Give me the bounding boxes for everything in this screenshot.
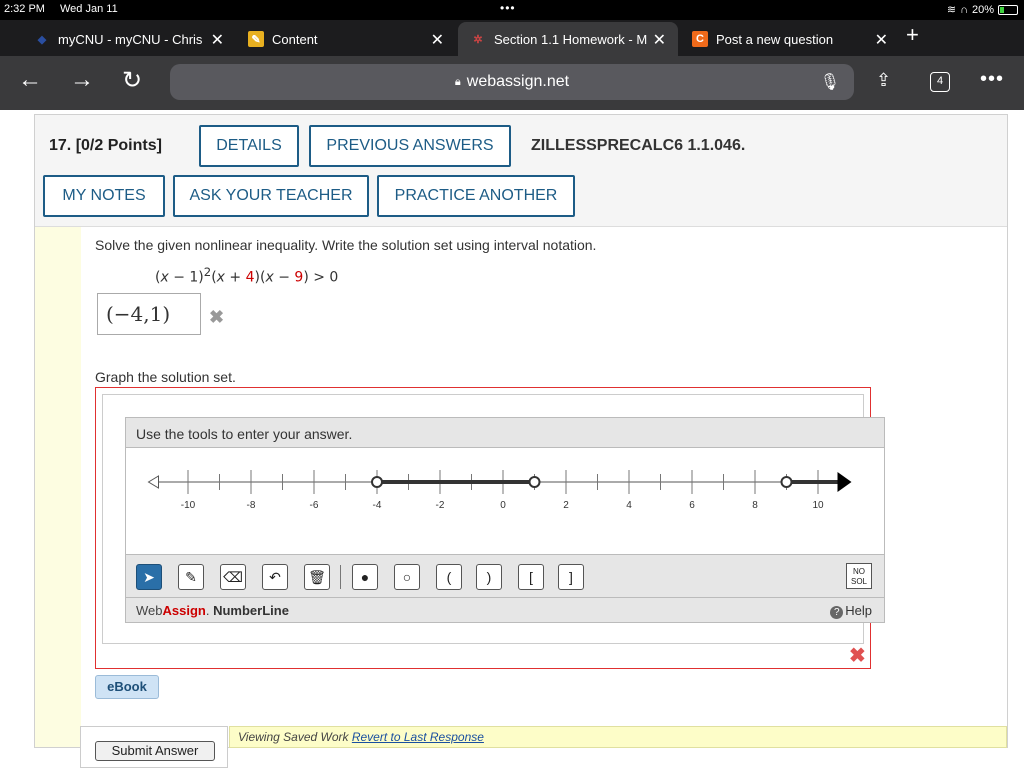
- tick-label: 6: [689, 500, 695, 511]
- saved-work-notice: Viewing Saved Work Revert to Last Respon…: [229, 726, 1007, 748]
- browser-tab-strip: ◆ myCNU - myCNU - Chris ✕ ✎ Content ✕ ✲ …: [0, 20, 1024, 56]
- left-paren-tool-icon[interactable]: (: [436, 564, 462, 590]
- question-panel: 17. [0/2 Points] DETAILS PREVIOUS ANSWER…: [34, 114, 1008, 748]
- open-endpoint: [371, 476, 383, 488]
- multitask-dots-icon[interactable]: •••: [500, 1, 516, 15]
- tab-title: Section 1.1 Homework - M: [494, 31, 648, 47]
- open-point-tool-icon[interactable]: ○: [394, 564, 420, 590]
- question-prompt: Solve the given nonlinear inequality. Wr…: [95, 237, 597, 253]
- wifi-icon: ≋: [946, 4, 957, 16]
- close-tab-icon[interactable]: ✕: [431, 30, 444, 50]
- browser-nav-bar: ← → ↻ 🔒︎ webassign.net 🎙︎ ⇪ 4 •••: [0, 56, 1024, 110]
- tick-label: -6: [310, 500, 319, 511]
- headphones-icon: ∩: [960, 3, 968, 16]
- battery-icon: [998, 4, 1018, 15]
- numberline-canvas[interactable]: -10 -8 -6 -4 -2 0 2 4 6 8 10: [126, 448, 884, 554]
- answer-field[interactable]: (−4,1): [97, 293, 201, 335]
- trash-tool-icon[interactable]: 🗑︎: [304, 564, 330, 590]
- tab-content[interactable]: ✎ Content ✕: [236, 22, 456, 56]
- question-code: ZILLESSPRECALC6 1.1.046.: [531, 137, 746, 154]
- previous-answers-button[interactable]: PREVIOUS ANSWERS: [309, 125, 511, 167]
- details-button[interactable]: DETAILS: [199, 125, 299, 167]
- tick-label: 2: [563, 500, 569, 511]
- numberline-instruction: Use the tools to enter your answer.: [126, 418, 884, 448]
- left-arrow-icon: [147, 475, 159, 489]
- tick-label: 0: [500, 500, 506, 511]
- tick-label: -8: [247, 500, 256, 511]
- undo-tool-icon[interactable]: ↶: [262, 564, 288, 590]
- webassign-numberline-logo: WebAssign. NumberLine: [136, 603, 289, 618]
- status-date: Wed Jan 11: [60, 3, 118, 15]
- new-tab-plus-icon[interactable]: +: [906, 22, 919, 48]
- tick-label: 4: [626, 500, 632, 511]
- chegg-favicon-icon: C: [692, 31, 708, 47]
- open-endpoint: [780, 476, 793, 488]
- battery-percent: 20%: [971, 3, 994, 16]
- closed-point-tool-icon[interactable]: ●: [352, 564, 378, 590]
- question-header: 17. [0/2 Points] DETAILS PREVIOUS ANSWER…: [35, 115, 1007, 227]
- tick-label: 10: [812, 500, 824, 511]
- pencil-tool-icon[interactable]: ✎: [178, 564, 204, 590]
- share-icon[interactable]: ⇪: [876, 70, 891, 91]
- tab-mycnu[interactable]: ◆ myCNU - myCNU - Chris ✕: [22, 22, 236, 56]
- ios-status-bar: 2:32 PM Wed Jan 11 ••• ≋ ∩ 20%: [0, 0, 1024, 20]
- help-icon: ?: [830, 606, 844, 619]
- back-arrow-icon[interactable]: ←: [18, 66, 42, 94]
- help-link[interactable]: ? Help: [830, 603, 872, 619]
- submit-answer-button[interactable]: Submit Answer: [95, 741, 215, 761]
- ask-your-teacher-button[interactable]: ASK YOUR TEACHER: [173, 175, 369, 217]
- forward-arrow-icon[interactable]: →: [70, 66, 94, 94]
- close-tab-icon[interactable]: ✕: [875, 30, 888, 50]
- graph-incorrect-mark-icon: ✖: [849, 645, 866, 667]
- reload-icon[interactable]: ↻: [122, 66, 142, 95]
- mycnu-favicon-icon: ◆: [37, 33, 47, 46]
- left-bracket-tool-icon[interactable]: [: [518, 564, 544, 590]
- my-notes-button[interactable]: MY NOTES: [43, 175, 165, 217]
- address-bar[interactable]: 🔒︎ webassign.net 🎙︎: [170, 64, 854, 100]
- microphone-icon[interactable]: 🎙︎: [820, 72, 840, 92]
- ray-arrow-icon: [837, 472, 852, 492]
- tab-section-homework[interactable]: ✲ Section 1.1 Homework - M ✕: [458, 22, 678, 56]
- numberline-footer: WebAssign. NumberLine ? Help: [126, 598, 884, 622]
- toolbar-divider: [340, 565, 341, 589]
- lock-icon: 🔒︎: [454, 75, 461, 88]
- tick-label: -10: [181, 500, 196, 511]
- pointer-tool-icon[interactable]: ➤: [136, 564, 162, 590]
- viewing-text: Viewing Saved Work: [238, 730, 349, 744]
- incorrect-mark-icon: ✖: [209, 307, 225, 327]
- ebook-button[interactable]: eBook: [95, 675, 159, 699]
- close-tab-icon[interactable]: ✕: [211, 30, 224, 50]
- graph-label: Graph the solution set.: [95, 369, 236, 385]
- webassign-favicon-icon: ✲: [473, 33, 483, 46]
- tick-label: -4: [373, 500, 382, 511]
- tab-title: Post a new question: [716, 31, 834, 47]
- open-endpoint: [528, 476, 541, 488]
- numberline-toolbar: ➤ ✎ ⌫ ↶ 🗑︎ ● ○ ( ) [ ] NO SOL: [126, 554, 884, 598]
- submit-area: Submit Answer: [80, 726, 228, 768]
- more-menu-icon[interactable]: •••: [980, 68, 1004, 91]
- tab-post-question[interactable]: C Post a new question ✕: [680, 22, 900, 56]
- right-paren-tool-icon[interactable]: ): [476, 564, 502, 590]
- tick-label: -2: [436, 500, 445, 511]
- tick-label: 8: [752, 500, 758, 511]
- tab-count-button[interactable]: 4: [930, 72, 950, 92]
- tab-title: Content: [272, 31, 318, 47]
- revert-link[interactable]: Revert to Last Response: [352, 730, 484, 744]
- status-right: ≋ ∩ 20%: [947, 3, 1018, 16]
- question-number: 17. [0/2 Points]: [49, 137, 162, 154]
- tab-title: myCNU - myCNU - Chris: [58, 31, 203, 47]
- eraser-tool-icon[interactable]: ⌫: [220, 564, 246, 590]
- no-solution-button[interactable]: NO SOL: [846, 563, 872, 589]
- status-time: 2:32 PM: [4, 3, 45, 15]
- left-margin-strip: [35, 227, 81, 747]
- url-text: webassign.net: [466, 73, 570, 90]
- content-favicon-icon: ✎: [248, 31, 264, 47]
- practice-another-button[interactable]: PRACTICE ANOTHER: [377, 175, 575, 217]
- numberline-widget: Use the tools to enter your answer. -10-…: [125, 417, 885, 623]
- close-tab-icon[interactable]: ✕: [653, 30, 666, 50]
- inequality-formula: (x − 1)2(x + 4)(x − 9) > 0: [155, 265, 339, 286]
- right-bracket-tool-icon[interactable]: ]: [558, 564, 584, 590]
